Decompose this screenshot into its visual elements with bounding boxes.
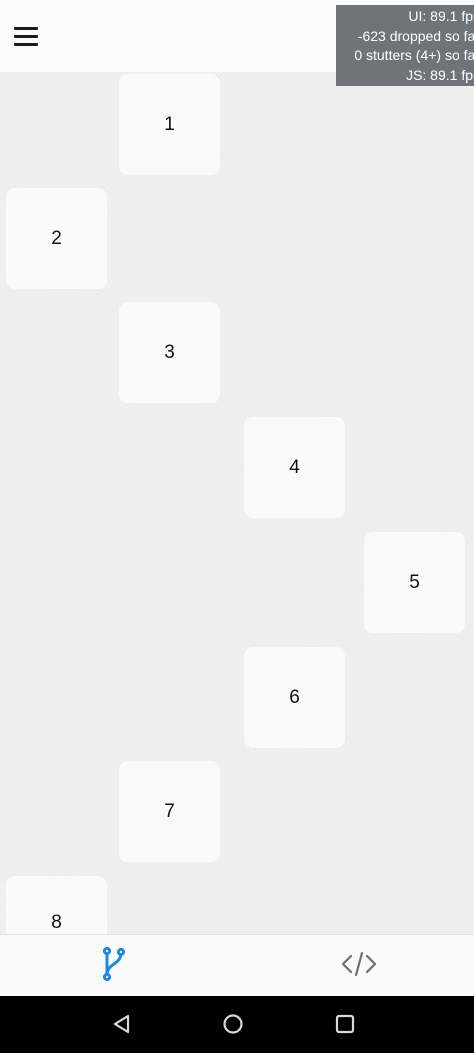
card-label: 3 — [164, 341, 175, 363]
card-5[interactable]: 5 — [364, 532, 465, 633]
card-label: 7 — [164, 800, 175, 822]
home-icon[interactable] — [211, 1004, 255, 1044]
card-8[interactable]: 8 — [6, 876, 107, 934]
card-label: 1 — [164, 113, 175, 135]
card-1[interactable]: 1 — [119, 74, 220, 175]
animated-card-list[interactable]: 1 2 3 4 5 6 7 8 — [0, 72, 474, 934]
card-3[interactable]: 3 — [119, 302, 220, 403]
menu-line — [14, 34, 38, 38]
hamburger-menu-icon[interactable] — [6, 18, 46, 54]
card-label: 2 — [51, 227, 62, 249]
dropped-frames-text: -623 dropped so far — [357, 27, 474, 44]
card-label: 6 — [289, 686, 300, 708]
card-label: 4 — [289, 456, 300, 478]
js-fps-text: JS: 89.1 fps — [406, 66, 474, 83]
system-navigation-bar — [0, 996, 474, 1053]
card-label: 5 — [409, 571, 420, 593]
card-6[interactable]: 6 — [244, 647, 345, 748]
card-label: 8 — [51, 912, 62, 933]
bottom-tab-bar — [0, 934, 474, 996]
tab-branch[interactable] — [0, 935, 237, 997]
back-icon[interactable] — [100, 1004, 144, 1044]
card-4[interactable]: 4 — [244, 417, 345, 518]
card-7[interactable]: 7 — [119, 761, 220, 862]
tab-code[interactable] — [237, 935, 474, 997]
branch-icon — [100, 946, 128, 987]
perf-monitor-overlay: UI: 89.1 fps -623 dropped so far 0 stutt… — [336, 5, 474, 86]
card-2[interactable]: 2 — [6, 188, 107, 289]
code-icon — [341, 950, 377, 983]
ui-fps-text: UI: 89.1 fps — [408, 8, 474, 24]
menu-line — [14, 42, 38, 46]
menu-line — [14, 26, 38, 30]
recents-icon[interactable] — [323, 1004, 367, 1044]
stutters-text: 0 stutters (4+) so far — [354, 47, 474, 63]
